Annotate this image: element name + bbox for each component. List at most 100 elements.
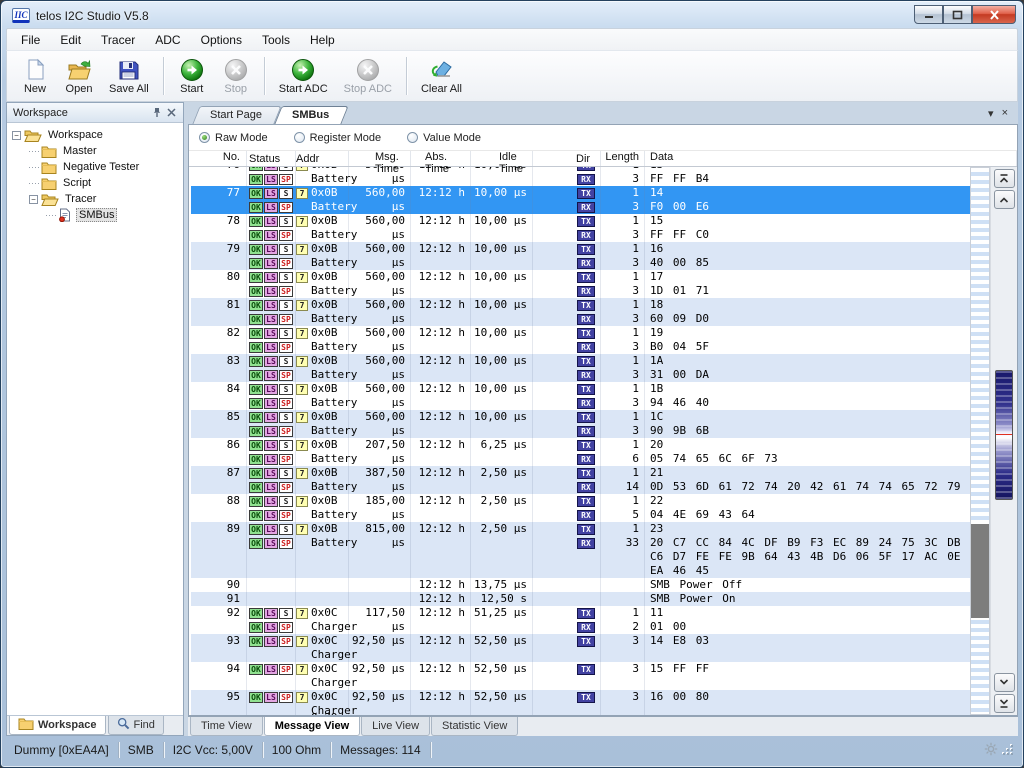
column-header-length[interactable]: Length — [601, 151, 645, 166]
table-row[interactable]: 85OKLSS70x0B560,00 µs12:12 h10,00 µsTX11… — [191, 410, 970, 438]
column-header-dir[interactable]: Dir — [533, 151, 601, 166]
minimap-thumb[interactable] — [971, 524, 989, 618]
view-tab-time-view[interactable]: Time View — [190, 717, 263, 736]
trace-position-indicator[interactable] — [995, 370, 1013, 500]
menu-item-options[interactable]: Options — [191, 30, 252, 50]
table-row[interactable]: 81OKLSS70x0B560,00 µs12:12 h10,00 µsTX11… — [191, 298, 970, 326]
stop-button[interactable]: Stop — [214, 56, 258, 97]
minimap-scrollbar[interactable] — [970, 167, 990, 715]
tab-list-dropdown-icon[interactable]: ▾ — [988, 107, 994, 120]
table-row[interactable]: 82OKLSS70x0B560,00 µs12:12 h10,00 µsTX11… — [191, 326, 970, 354]
tree-item-master[interactable]: Master — [7, 143, 183, 159]
column-header-data[interactable]: Data — [645, 151, 1017, 166]
tree-item-tracer[interactable]: −Tracer — [7, 191, 183, 207]
toolbar-button-label: Stop — [224, 83, 247, 95]
tree-expander-icon[interactable]: − — [29, 195, 38, 204]
tree-item-smbus[interactable]: SMBus — [7, 207, 183, 223]
mode-option-value-mode[interactable]: Value Mode — [407, 132, 481, 144]
scroll-up-button[interactable] — [994, 190, 1015, 209]
status-badge-s: S — [279, 300, 293, 311]
tree-item-label: Master — [61, 145, 99, 157]
panel-close-icon[interactable] — [164, 106, 179, 120]
column-header-no-[interactable]: No. — [191, 151, 247, 166]
cell-idle-time: 52,50 µs — [471, 690, 533, 704]
stop-icon — [356, 58, 380, 82]
radio-button[interactable] — [407, 132, 418, 143]
menu-item-adc[interactable]: ADC — [145, 30, 190, 50]
scroll-to-bottom-button[interactable] — [994, 694, 1015, 713]
table-row[interactable]: 95OKLSSP70x0C92,50 µs12:12 h52,50 µsTX31… — [191, 690, 970, 715]
column-header-addr[interactable]: Addr — [296, 151, 349, 166]
resize-grip[interactable] — [1002, 744, 1014, 756]
menu-item-file[interactable]: File — [11, 30, 50, 50]
cell-dir: TX — [533, 466, 601, 480]
dir-badge-tx: TX — [577, 356, 595, 367]
scroll-to-top-button[interactable] — [994, 169, 1015, 188]
table-row[interactable]: 87OKLSS70x0B387,50 µs12:12 h2,50 µsTX121… — [191, 466, 970, 494]
table-row[interactable]: 9112:12 h12,50 sSMB Power On — [191, 592, 970, 606]
tab-close-icon[interactable]: × — [1002, 107, 1008, 120]
new-button[interactable]: New — [13, 56, 57, 97]
doc-tab-start-page[interactable]: Start Page — [196, 106, 278, 124]
panel-tab-find[interactable]: Find — [108, 716, 164, 735]
column-header-idle-time[interactable]: Idle Time — [471, 151, 533, 166]
column-header-msg-time[interactable]: Msg. Time — [349, 151, 411, 166]
stop-adc-button[interactable]: Stop ADC — [336, 56, 400, 97]
view-tab-live-view[interactable]: Live View — [361, 717, 430, 736]
minimize-button[interactable] — [914, 5, 943, 24]
table-row[interactable]: 80OKLSS70x0B560,00 µs12:12 h10,00 µsTX11… — [191, 270, 970, 298]
start-button[interactable]: Start — [170, 56, 214, 97]
open-button[interactable]: Open — [57, 56, 101, 97]
view-tab-message-view[interactable]: Message View — [264, 717, 360, 736]
tree-expander-icon[interactable]: − — [12, 131, 21, 140]
column-header-abs-time[interactable]: Abs. Time — [411, 151, 471, 166]
radio-button[interactable] — [294, 132, 305, 143]
mode-option-register-mode[interactable]: Register Mode — [294, 132, 382, 144]
pin-icon[interactable] — [149, 106, 164, 120]
table-row[interactable]: 94OKLSSP70x0C92,50 µs12:12 h52,50 µsTX31… — [191, 662, 970, 690]
menu-item-edit[interactable]: Edit — [50, 30, 91, 50]
table-row[interactable]: 92OKLSS70x0C117,50 µs12:12 h51,25 µsTX11… — [191, 606, 970, 634]
maximize-button[interactable] — [943, 5, 972, 24]
menu-item-help[interactable]: Help — [300, 30, 345, 50]
table-row[interactable]: 86OKLSS70x0B207,50 µs12:12 h6,25 µsTX120… — [191, 438, 970, 466]
cell-idle-time — [471, 480, 533, 494]
dir-badge-tx: TX — [577, 328, 595, 339]
table-row[interactable]: 93OKLSSP70x0C92,50 µs12:12 h52,50 µsTX31… — [191, 634, 970, 662]
menu-item-tools[interactable]: Tools — [252, 30, 300, 50]
clear-all-button[interactable]: Clear All — [413, 56, 470, 97]
table-row[interactable]: 76OKLSS70x0B560,00 µs12:12 h10,00 µsTX11… — [191, 167, 970, 186]
doc-tab-smbus[interactable]: SMBus — [278, 106, 345, 124]
cell-abs-time: 12:12 h — [411, 270, 471, 284]
status-badge-ls: LS — [264, 202, 278, 213]
message-line: 86OKLSS70x0B207,50 µs12:12 h6,25 µsTX120 — [191, 438, 970, 452]
cell-dir — [533, 564, 601, 578]
table-row[interactable]: 79OKLSS70x0B560,00 µs12:12 h10,00 µsTX11… — [191, 242, 970, 270]
panel-tab-workspace[interactable]: Workspace — [9, 716, 106, 735]
table-row[interactable]: 83OKLSS70x0B560,00 µs12:12 h10,00 µsTX11… — [191, 354, 970, 382]
addr-mode-badge: 7 — [296, 384, 308, 395]
view-tab-statistic-view[interactable]: Statistic View — [431, 717, 518, 736]
column-header-status[interactable]: Status — [247, 151, 296, 166]
table-row[interactable]: 84OKLSS70x0B560,00 µs12:12 h10,00 µsTX11… — [191, 382, 970, 410]
table-row[interactable]: 89OKLSS70x0B815,00 µs12:12 h2,50 µsTX123… — [191, 522, 970, 578]
mode-option-raw-mode[interactable]: Raw Mode — [199, 132, 268, 144]
tree-item-negative-tester[interactable]: Negative Tester — [7, 159, 183, 175]
save-all-button[interactable]: Save All — [101, 56, 157, 97]
tree-item-script[interactable]: Script — [7, 175, 183, 191]
cell-no: 89 — [191, 522, 247, 536]
start-adc-button[interactable]: Start ADC — [271, 56, 336, 97]
menu-item-tracer[interactable]: Tracer — [91, 30, 145, 50]
status-badge-ok: OK — [249, 328, 263, 339]
status-badge-sp: SP — [279, 454, 293, 465]
tree-item-workspace[interactable]: −Workspace — [7, 127, 183, 143]
close-button[interactable] — [972, 5, 1016, 24]
table-row[interactable]: 88OKLSS70x0B185,00 µs12:12 h2,50 µsTX122… — [191, 494, 970, 522]
scroll-down-button[interactable] — [994, 673, 1015, 692]
table-row[interactable]: 9012:12 h13,75 µsSMB Power Off — [191, 578, 970, 592]
cell-no — [191, 550, 247, 564]
table-row[interactable]: 77OKLSS70x0B560,00 µs12:12 h10,00 µsTX11… — [191, 186, 970, 214]
table-row[interactable]: 78OKLSS70x0B560,00 µs12:12 h10,00 µsTX11… — [191, 214, 970, 242]
status-badge-ls: LS — [264, 622, 278, 633]
radio-button[interactable] — [199, 132, 210, 143]
